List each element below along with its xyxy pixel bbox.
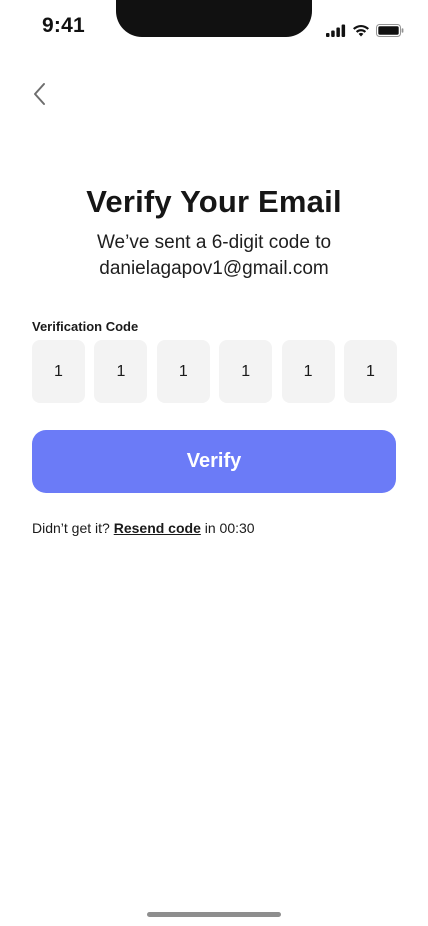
page-title: Verify Your Email <box>86 184 342 219</box>
resend-prefix: Didn’t get it? <box>32 520 114 536</box>
verify-button[interactable]: Verify <box>32 430 396 493</box>
back-button[interactable] <box>24 80 56 112</box>
code-digit-input-4[interactable]: 1 <box>219 340 273 403</box>
cellular-signal-icon <box>326 24 346 37</box>
device-notch <box>116 0 312 37</box>
status-time: 9:41 <box>42 14 85 37</box>
home-indicator <box>147 912 281 917</box>
resend-middle: in <box>200 520 220 536</box>
resend-line: Didn’t get it? Resend code in 00:30 <box>32 520 255 536</box>
subtitle: We’ve sent a 6-digit code to danielagapo… <box>0 230 428 282</box>
status-bar: 9:41 <box>0 0 428 48</box>
email-address: danielagapov1@gmail.com <box>99 258 329 279</box>
code-digit-input-6[interactable]: 1 <box>343 340 397 403</box>
code-digit-input-3[interactable]: 1 <box>156 340 210 403</box>
code-input-group: 1 1 1 1 1 1 <box>32 340 397 403</box>
verification-code-label: Verification Code <box>32 319 139 334</box>
resend-code-link[interactable]: Resend code <box>114 520 201 536</box>
battery-icon <box>376 23 404 37</box>
status-icons <box>326 22 404 38</box>
wifi-icon <box>352 24 370 37</box>
code-digit-input-2[interactable]: 1 <box>94 340 148 403</box>
resend-timer: 00:30 <box>219 520 255 536</box>
subtitle-line: We’ve sent a 6-digit code to <box>96 232 332 253</box>
code-digit-input-5[interactable]: 1 <box>281 340 335 403</box>
code-digit-input-1[interactable]: 1 <box>32 340 85 403</box>
chevron-left-icon <box>33 82 47 111</box>
